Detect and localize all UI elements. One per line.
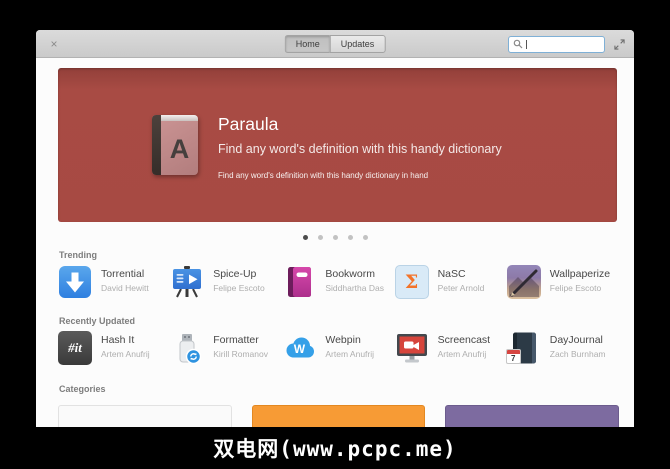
journal-calendar-icon: 7: [505, 331, 541, 365]
carousel-dot-2[interactable]: [317, 235, 323, 240]
app-developer: Artem Anufrij: [325, 348, 375, 359]
app-name: Webpin: [325, 334, 361, 346]
icon-letter: A: [169, 133, 190, 164]
sigma-icon: Σ: [394, 265, 429, 299]
app-nasc[interactable]: Σ NaSC Peter Arnold: [394, 265, 507, 299]
search-input[interactable]: [508, 35, 605, 53]
cloud-icon: W: [282, 331, 316, 365]
down-arrow-icon: [58, 265, 92, 299]
headerbar: × Home Updates: [36, 30, 634, 58]
app-torrential[interactable]: Torrential David Hewitt: [58, 265, 170, 299]
app-screencast[interactable]: Screencast Artem Anufrij: [395, 331, 507, 365]
section-title-categories: Categories: [59, 384, 106, 394]
w-glyph: W: [293, 342, 306, 356]
app-name: Spice-Up: [213, 268, 257, 280]
app-developer: Siddhartha Das: [325, 282, 384, 293]
header-right: [508, 30, 625, 58]
app-spice-up[interactable]: Spice-Up Felipe Escoto: [170, 265, 282, 299]
hash-glyph: #it: [68, 340, 82, 355]
app-developer: Kirill Romanov: [213, 348, 268, 359]
banner-text: Paraula Find any word's definition with …: [218, 114, 502, 180]
book-icon: [282, 265, 316, 299]
carousel-dots: [36, 235, 634, 240]
sigma-glyph: Σ: [404, 271, 419, 293]
watermark-text: 双电网(www.pcpc.me): [213, 437, 457, 461]
app-name: Torrential: [101, 268, 145, 280]
app-developer: Felipe Escoto: [549, 282, 602, 293]
search-icon: [513, 39, 523, 49]
app-name: Bookworm: [325, 268, 375, 280]
trending-row: Torrential David Hewitt Spice-Up Felipe …: [58, 265, 619, 299]
featured-banner-paraula[interactable]: A Paraula Find any word's definition wit…: [58, 68, 617, 222]
app-wallpaperize[interactable]: Wallpaperize Felipe Escoto: [506, 265, 619, 299]
carousel-dot-3[interactable]: [332, 235, 338, 240]
paraula-dictionary-book-icon: A: [152, 115, 198, 175]
recently-updated-row: #it Hash It Artem Anufrij Formatter Kiri…: [58, 331, 619, 365]
app-developer: Artem Anufrij: [101, 348, 150, 359]
banner-tagline: Find any word's definition with this han…: [218, 142, 502, 156]
app-dayjournal[interactable]: 7 DayJournal Zach Burnham: [505, 331, 619, 365]
banner-title: Paraula: [218, 114, 279, 134]
app-developer: Artem Anufrij: [437, 348, 487, 359]
watermark-band: 双电网(www.pcpc.me): [0, 427, 670, 469]
calendar-day: 7: [511, 354, 516, 363]
app-name: DayJournal: [549, 334, 603, 346]
text-caret: [526, 39, 527, 49]
app-name: Screencast: [437, 334, 491, 346]
presentation-icon: [170, 265, 204, 299]
close-button[interactable]: ×: [46, 30, 62, 58]
app-name: Wallpaperize: [549, 268, 611, 280]
app-name: NaSC: [437, 268, 466, 280]
app-developer: David Hewitt: [101, 282, 149, 293]
usb-drive-icon: [170, 331, 204, 365]
app-name: Formatter: [213, 334, 259, 346]
carousel-dot-1[interactable]: [302, 235, 308, 240]
content-area: A Paraula Find any word's definition wit…: [36, 58, 634, 465]
tab-home[interactable]: Home: [284, 34, 330, 53]
app-bookworm[interactable]: Bookworm Siddhartha Das: [282, 265, 394, 299]
appcenter-window: × Home Updates A Paraula Find any word's…: [36, 30, 634, 465]
screenshot-root: { "header": { "close": "×", "tabs": [ { …: [0, 0, 670, 469]
app-developer: Zach Burnham: [549, 348, 606, 359]
carousel-dot-4[interactable]: [347, 235, 353, 240]
wallpaper-pen-icon: [506, 265, 541, 299]
app-formatter[interactable]: Formatter Kirill Romanov: [170, 331, 282, 365]
tab-updates[interactable]: Updates: [329, 34, 386, 53]
app-developer: Peter Arnold: [437, 282, 485, 293]
view-switcher: Home Updates: [284, 34, 386, 53]
carousel-dot-5[interactable]: [362, 235, 368, 240]
app-name: Hash It: [101, 334, 135, 346]
hash-icon: #it: [58, 331, 92, 365]
calendar-page: 7: [505, 349, 521, 364]
banner-summary: Find any word's definition with this han…: [218, 171, 429, 180]
app-hash-it[interactable]: #it Hash It Artem Anufrij: [58, 331, 170, 365]
app-developer: Felipe Escoto: [213, 282, 265, 293]
maximize-icon[interactable]: [614, 38, 625, 50]
section-title-recently-updated: Recently Updated: [59, 316, 136, 326]
app-webpin[interactable]: W Webpin Artem Anufrij: [282, 331, 394, 365]
section-title-trending: Trending: [59, 250, 97, 260]
screen-record-icon: [395, 331, 429, 365]
